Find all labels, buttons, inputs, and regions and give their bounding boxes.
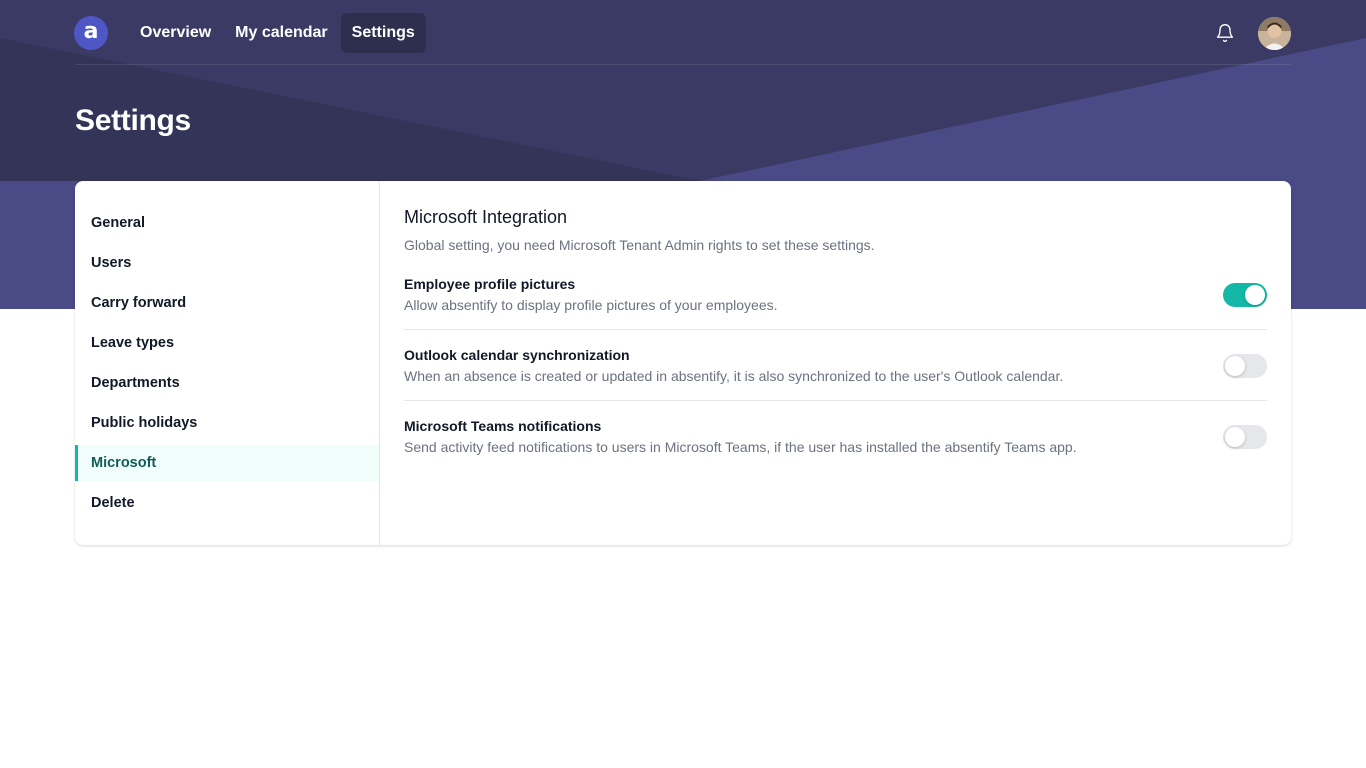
nav-overview[interactable]: Overview: [129, 13, 222, 53]
toggle-knob: [1245, 284, 1265, 305]
profile-pictures-toggle[interactable]: [1223, 282, 1267, 307]
setting-title: Outlook calendar synchronization: [404, 347, 630, 363]
setting-description: Send activity feed notifications to user…: [404, 439, 1077, 455]
toggle-knob: [1225, 355, 1245, 376]
nav-my-calendar[interactable]: My calendar: [224, 13, 338, 53]
nav-settings[interactable]: Settings: [340, 13, 426, 53]
section-subtitle: Global setting, you need Microsoft Tenan…: [404, 237, 875, 253]
header-divider: [75, 64, 1291, 65]
setting-description: Allow absentify to display profile pictu…: [404, 297, 778, 313]
sidebar-item-carry-forward[interactable]: Carry forward: [75, 285, 379, 321]
setting-title: Microsoft Teams notifications: [404, 418, 602, 434]
settings-card: General Users Carry forward Leave types …: [75, 181, 1291, 545]
setting-profile-pictures: Employee profile pictures Allow absentif…: [404, 276, 1267, 330]
sidebar-item-microsoft[interactable]: Microsoft: [75, 445, 379, 481]
top-navigation: a Overview My calendar Settings: [74, 13, 1291, 53]
teams-notifications-toggle[interactable]: [1223, 424, 1267, 449]
sidebar-item-delete[interactable]: Delete: [75, 485, 379, 521]
sidebar-item-general[interactable]: General: [75, 205, 379, 241]
sidebar-item-label: Leave types: [91, 335, 175, 351]
avatar[interactable]: [1258, 16, 1291, 50]
outlook-sync-toggle[interactable]: [1223, 353, 1267, 378]
setting-text: Microsoft Teams notifications Send activ…: [404, 418, 1077, 455]
logo-letter: a: [83, 18, 99, 44]
app-page: a Overview My calendar Settings Settings…: [0, 0, 1366, 768]
sidebar-item-public-holidays[interactable]: Public holidays: [75, 405, 379, 441]
settings-content: Microsoft Integration Global setting, yo…: [380, 181, 1291, 545]
setting-description: When an absence is created or updated in…: [404, 368, 1064, 384]
sidebar-item-label: General: [91, 215, 145, 231]
setting-title: Employee profile pictures: [404, 276, 576, 292]
sidebar-item-label: Microsoft: [91, 455, 157, 471]
sidebar-item-label: Delete: [91, 495, 135, 511]
bell-icon[interactable]: [1214, 21, 1236, 45]
setting-text: Outlook calendar synchronization When an…: [404, 347, 1063, 384]
setting-outlook-sync: Outlook calendar synchronization When an…: [404, 330, 1267, 401]
setting-teams-notifications: Microsoft Teams notifications Send activ…: [404, 401, 1267, 455]
sidebar-item-users[interactable]: Users: [75, 245, 379, 281]
nav-right-group: [1214, 16, 1291, 50]
settings-sidebar: General Users Carry forward Leave types …: [75, 181, 380, 545]
toggle-knob: [1225, 426, 1245, 447]
sidebar-item-label: Departments: [91, 375, 180, 391]
sidebar-item-leave-types[interactable]: Leave types: [75, 325, 379, 361]
app-logo[interactable]: a: [74, 16, 108, 50]
page-title: Settings: [75, 104, 191, 137]
section-title: Microsoft Integration: [404, 207, 568, 227]
sidebar-item-label: Users: [91, 255, 132, 271]
sidebar-item-label: Carry forward: [91, 295, 187, 311]
setting-text: Employee profile pictures Allow absentif…: [404, 276, 778, 313]
sidebar-item-label: Public holidays: [91, 415, 198, 431]
sidebar-item-departments[interactable]: Departments: [75, 365, 379, 401]
